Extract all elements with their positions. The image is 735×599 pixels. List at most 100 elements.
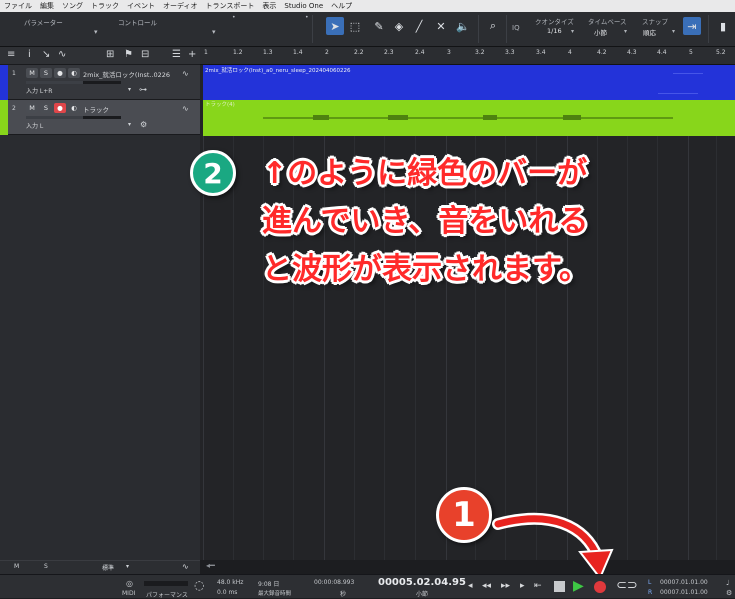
- menu-event[interactable]: イベント: [127, 0, 155, 12]
- left-locator-label: L: [648, 579, 652, 586]
- paint-tool-icon[interactable]: ╱: [410, 17, 428, 35]
- track-name[interactable]: トラック: [83, 104, 109, 114]
- quantize-dropdown-icon[interactable]: ▾: [571, 28, 574, 35]
- monitor-button[interactable]: ◐: [68, 103, 80, 113]
- clip-title: トラック(4): [205, 102, 235, 108]
- annotation-line-1: ↑のように緑色のバーが: [262, 156, 588, 191]
- toggle-icon[interactable]: ⊶: [139, 85, 147, 94]
- parameters-dropdown-icon[interactable]: ▾: [94, 28, 98, 36]
- listen-tool-icon[interactable]: 🔈: [454, 17, 472, 35]
- snap-dropdown-icon[interactable]: ▾: [672, 28, 675, 35]
- snap-toggle-icon[interactable]: ⇥: [683, 17, 701, 35]
- snap-value[interactable]: 順応: [643, 27, 656, 37]
- track-list-footer: M S 標準 ▾ ∿: [0, 560, 200, 574]
- track-list-header: ≡ i ↘ ∿ ⊞ ⚑ ⊟ ☰ +: [0, 47, 200, 65]
- eraser-tool-icon[interactable]: ◈: [390, 17, 408, 35]
- return-to-zero-icon[interactable]: ◂: [468, 581, 473, 591]
- audio-clip-blue[interactable]: 2mix_就活ロック(Inst)_a0_neru_sleep_202404060…: [203, 65, 735, 100]
- iq-label[interactable]: IQ: [512, 24, 520, 32]
- curve-icon[interactable]: ∿: [58, 49, 66, 60]
- loop-start-icon[interactable]: ⇤: [534, 581, 542, 591]
- settings-icon[interactable]: ⚙: [140, 120, 147, 129]
- audio-clip-green[interactable]: トラック(4): [203, 100, 735, 136]
- pencil-tool-icon[interactable]: ✎: [370, 17, 388, 35]
- list-icon[interactable]: ☰: [172, 49, 181, 60]
- settings-icon[interactable]: ⚙: [726, 589, 732, 597]
- record-arm-button[interactable]: ●: [54, 68, 66, 78]
- input-dropdown-icon[interactable]: ▾: [128, 86, 131, 93]
- ruler-label: 5: [689, 49, 693, 56]
- timebase-dropdown-icon[interactable]: ▾: [624, 28, 627, 35]
- search-icon[interactable]: ⌕: [484, 17, 502, 35]
- menu-file[interactable]: ファイル: [4, 0, 32, 12]
- menu-view[interactable]: 表示: [262, 0, 276, 12]
- right-locator-label: R: [648, 589, 653, 596]
- track-row[interactable]: 1 M S ● ◐ 2mix_就活ロック(Inst..0226 ∿ 入力 L+R…: [0, 65, 200, 100]
- track-name[interactable]: 2mix_就活ロック(Inst..0226: [83, 69, 170, 79]
- ruler-label: 2.3: [384, 49, 394, 56]
- fit-icon[interactable]: ⊞: [106, 49, 114, 60]
- zoom-slider-icon[interactable]: ◂━: [206, 561, 215, 570]
- stop-button[interactable]: [554, 581, 565, 592]
- loop-icon[interactable]: ⊂⊃: [616, 578, 638, 593]
- track-input[interactable]: 入力 L: [26, 121, 43, 130]
- menu-track[interactable]: トラック: [91, 0, 119, 12]
- skip-end-icon[interactable]: ▸: [520, 581, 525, 591]
- track-input[interactable]: 入力 L+R: [26, 86, 52, 95]
- preset-dropdown-icon[interactable]: ▾: [126, 563, 129, 570]
- fast-forward-icon[interactable]: ▸▸: [501, 581, 510, 591]
- menu-audio[interactable]: オーディオ: [163, 0, 198, 12]
- solo-button[interactable]: S: [40, 103, 52, 113]
- quantize-value[interactable]: 1/16: [547, 27, 562, 35]
- menu-icon[interactable]: ≡: [7, 49, 15, 60]
- input-dropdown-icon[interactable]: ▾: [128, 121, 131, 128]
- ruler-label: 1: [204, 49, 208, 56]
- position-label: 小節: [416, 591, 429, 598]
- flag-icon[interactable]: ⚑: [124, 49, 133, 60]
- menu-help[interactable]: ヘルプ: [331, 0, 352, 12]
- left-locator[interactable]: 00007.01.01.00: [660, 579, 708, 586]
- loading-icon: ◌: [194, 578, 205, 592]
- arrow-tool-icon[interactable]: ➤: [326, 17, 344, 35]
- menu-song[interactable]: ソング: [62, 0, 83, 12]
- inspector-icon[interactable]: i: [28, 49, 31, 60]
- track-meter: [26, 116, 121, 119]
- metronome-icon[interactable]: ♩: [726, 579, 729, 587]
- timebase-value[interactable]: 小節: [594, 27, 607, 37]
- ruler-label: 2.2: [354, 49, 364, 56]
- play-button[interactable]: ▶: [573, 578, 584, 594]
- seconds-time[interactable]: 00:00:08.993: [314, 579, 354, 586]
- control-dropdown-icon[interactable]: ▾: [212, 28, 216, 36]
- menu-studio-one[interactable]: Studio One: [284, 0, 323, 12]
- rewind-icon[interactable]: ◂◂: [482, 581, 491, 591]
- timebase-label: タイムベース: [588, 18, 627, 26]
- mute-button[interactable]: M: [26, 68, 38, 78]
- toolbar-dot-icon: •: [232, 14, 236, 21]
- global-solo-label[interactable]: S: [44, 563, 48, 570]
- solo-button[interactable]: S: [40, 68, 52, 78]
- mute-button[interactable]: M: [26, 103, 38, 113]
- automation-icon[interactable]: ↘: [42, 49, 50, 60]
- monitor-button[interactable]: ◐: [68, 68, 80, 78]
- preset-label[interactable]: 標準: [102, 563, 114, 572]
- track-number: 2: [12, 105, 16, 112]
- timeline-ruler[interactable]: 1 1.2 1.3 1.4 2 2.2 2.3 2.4 3 3.2 3.3 3.…: [200, 47, 735, 65]
- annotation-arrow-icon: [492, 512, 614, 580]
- record-time-label: 最大録音時間: [258, 591, 292, 597]
- arrange-view[interactable]: [200, 65, 735, 560]
- menu-transport[interactable]: トランスポート: [206, 0, 255, 12]
- range-tool-icon[interactable]: ⬚: [346, 17, 364, 35]
- position-time[interactable]: 00005.02.04.95: [378, 577, 466, 588]
- record-arm-button[interactable]: ●: [54, 103, 66, 113]
- global-mute-label[interactable]: M: [14, 563, 19, 570]
- right-locator[interactable]: 00007.01.01.00: [660, 589, 708, 596]
- track-row[interactable]: 2 M S ● ◐ トラック ∿ 入力 L ▾ ⚙: [0, 100, 200, 135]
- panel-toggle-icon[interactable]: ▮: [714, 17, 732, 35]
- add-track-icon[interactable]: +: [188, 49, 196, 60]
- snap-label: スナップ: [642, 18, 668, 26]
- record-button[interactable]: [594, 581, 606, 593]
- grid-icon[interactable]: ⊟: [141, 49, 149, 60]
- mute-tool-icon[interactable]: ✕: [432, 17, 450, 35]
- midi-label: MIDI: [122, 590, 136, 597]
- menu-edit[interactable]: 編集: [40, 0, 54, 12]
